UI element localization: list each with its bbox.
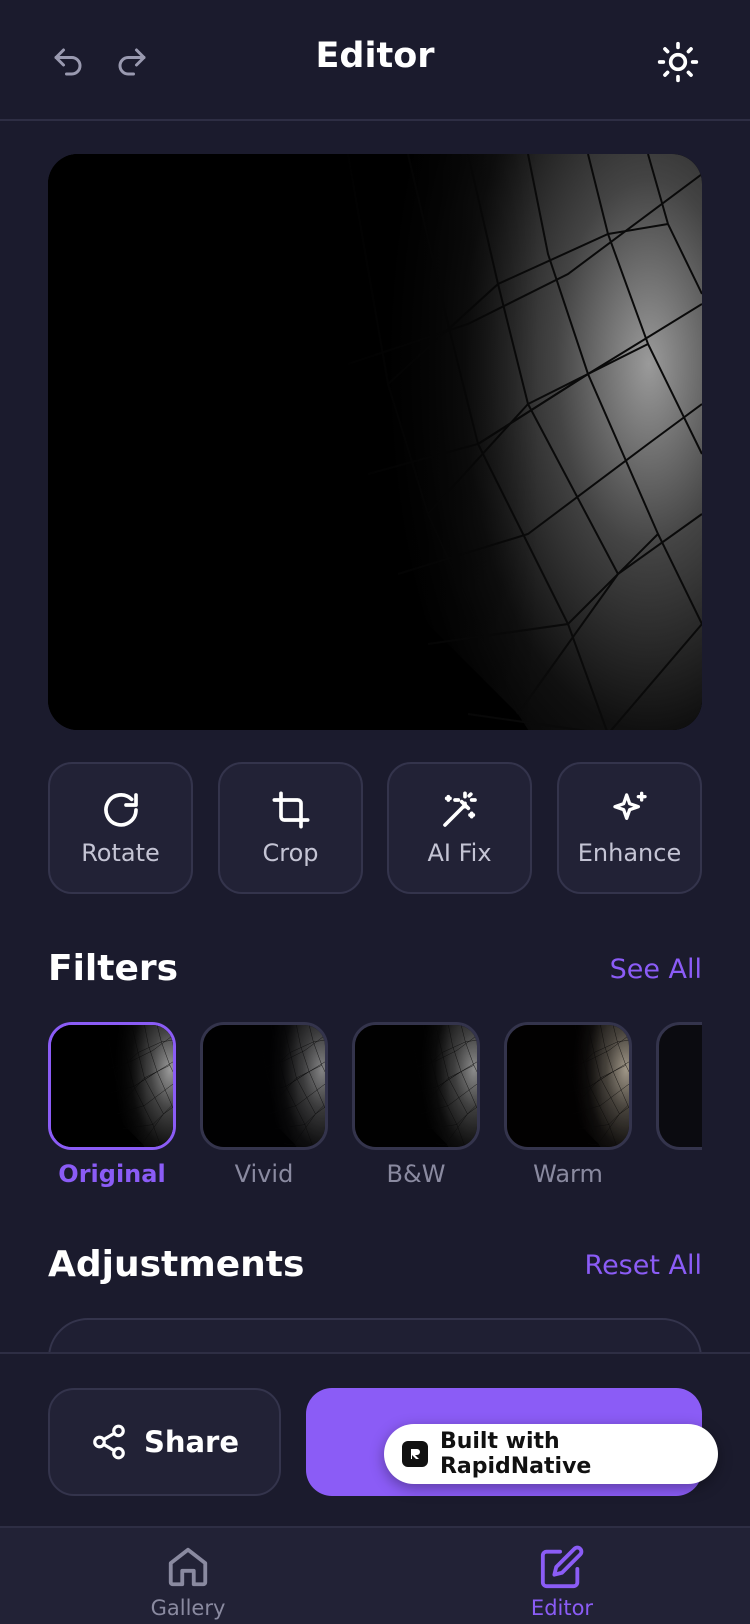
filter-cool[interactable]: C xyxy=(656,1022,702,1188)
enhance-button[interactable]: Enhance xyxy=(557,762,702,894)
filter-thumbnail xyxy=(504,1022,632,1150)
ai-fix-button[interactable]: AI Fix xyxy=(387,762,532,894)
filter-thumbnail xyxy=(200,1022,328,1150)
magic-wand-icon xyxy=(442,791,477,827)
share-label: Share xyxy=(143,1425,240,1459)
filter-label: B&W xyxy=(386,1160,446,1188)
home-icon xyxy=(168,1547,208,1587)
header: Editor xyxy=(0,0,750,121)
nav-item-gallery[interactable]: Gallery xyxy=(113,1544,263,1620)
filter-label: Vivid xyxy=(234,1160,294,1188)
bottom-nav: Gallery Editor xyxy=(0,1526,750,1624)
rotate-button[interactable]: Rotate xyxy=(48,762,193,894)
filter-vivid[interactable]: Vivid xyxy=(200,1022,328,1188)
sun-icon xyxy=(657,41,699,83)
crop-button[interactable]: Crop xyxy=(218,762,363,894)
crop-label: Crop xyxy=(262,839,319,867)
built-with-badge[interactable]: Built with RapidNative xyxy=(384,1424,718,1484)
rotate-icon xyxy=(103,793,138,827)
filter-warm[interactable]: Warm xyxy=(504,1022,632,1188)
crop-icon xyxy=(272,791,309,829)
filter-label: Warm xyxy=(533,1160,603,1188)
filter-thumbnail xyxy=(48,1022,176,1150)
nav-item-editor[interactable]: Editor xyxy=(487,1544,637,1620)
filter-original[interactable]: Original xyxy=(48,1022,176,1188)
filter-label: Original xyxy=(58,1160,166,1188)
see-all-filters-link[interactable]: See All xyxy=(610,954,702,985)
page-title: Editor xyxy=(315,36,435,76)
ai-fix-label: AI Fix xyxy=(427,839,492,867)
edit-icon xyxy=(540,1545,584,1589)
sparkle-icon xyxy=(612,791,647,820)
photo-preview[interactable] xyxy=(48,154,702,730)
badge-text: Built with RapidNative xyxy=(439,1429,592,1479)
nav-label-gallery: Gallery xyxy=(150,1596,226,1620)
filter-list: Original Vivid B&W Warm C xyxy=(48,1022,702,1192)
tool-bar: Rotate Crop AI Fix Enhance xyxy=(48,762,702,894)
share-icon xyxy=(93,1424,125,1460)
filter-thumbnail xyxy=(656,1022,702,1150)
adjustments-title: Adjustments xyxy=(48,1244,305,1285)
filter-bw[interactable]: B&W xyxy=(352,1022,480,1188)
rotate-label: Rotate xyxy=(81,839,160,867)
filter-label: C xyxy=(656,1160,702,1188)
enhance-label: Enhance xyxy=(577,839,682,867)
filter-thumbnail xyxy=(352,1022,480,1150)
photo-image xyxy=(48,154,702,730)
nav-label-editor: Editor xyxy=(530,1596,594,1620)
share-button[interactable]: Share xyxy=(48,1388,281,1496)
filters-title: Filters xyxy=(48,948,179,989)
reset-all-link[interactable]: Reset All xyxy=(585,1250,702,1281)
rapidnative-logo-icon xyxy=(402,1441,428,1467)
theme-toggle-button[interactable] xyxy=(654,38,702,86)
